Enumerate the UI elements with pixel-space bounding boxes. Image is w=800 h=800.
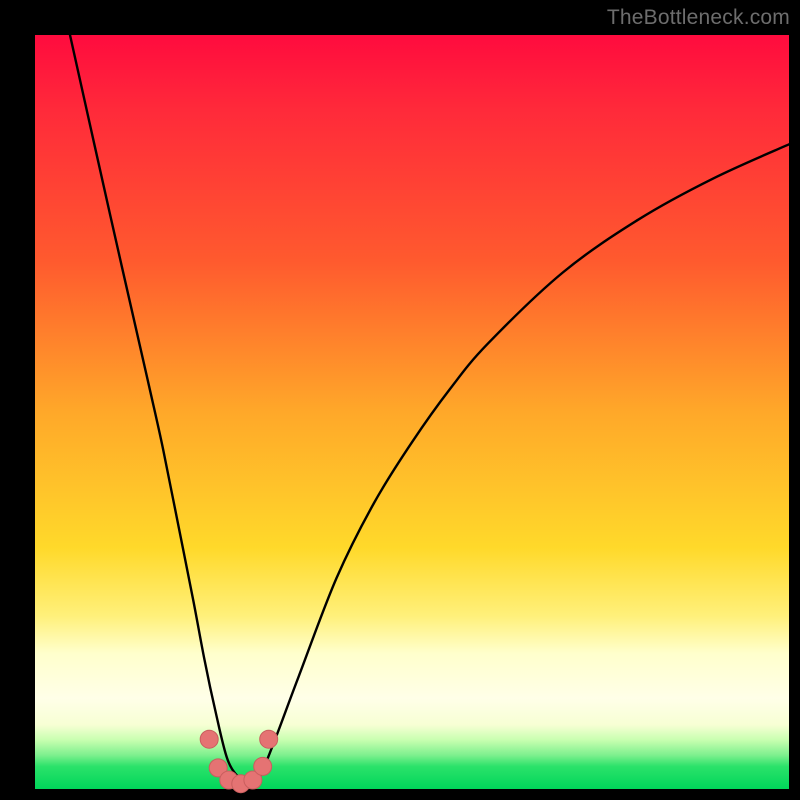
curve-marker (200, 730, 218, 748)
plot-area (35, 35, 789, 789)
curve-marker (254, 757, 272, 775)
bottleneck-curve (70, 35, 789, 786)
curve-marker (260, 730, 278, 748)
chart-frame: TheBottleneck.com (0, 0, 800, 800)
curve-markers (200, 730, 278, 793)
chart-svg (35, 35, 789, 789)
watermark-text: TheBottleneck.com (607, 6, 790, 30)
